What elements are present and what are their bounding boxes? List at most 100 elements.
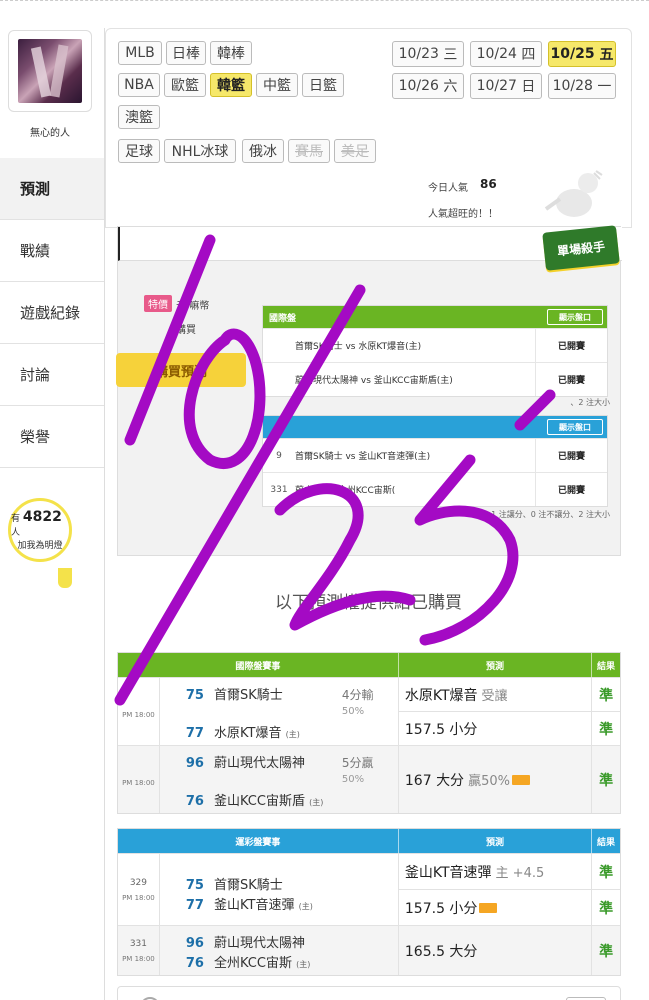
- mini-away: 蔚山現: [295, 486, 323, 496]
- handicap-odds: 4分輸: [341, 688, 374, 702]
- bulb-base-icon: [58, 568, 72, 588]
- match-time: PM 18:00: [122, 778, 155, 787]
- mini-status: 已開賽: [535, 473, 607, 506]
- home-tag: (主): [296, 960, 311, 969]
- prediction-item: 157.5 小分: [399, 712, 591, 745]
- sport-table-header: 運彩盤賽事 預測 結果: [118, 829, 620, 853]
- mini-home: 釜山KT音速彈(主): [358, 452, 431, 462]
- home-name: 水原KT爆音: [213, 726, 282, 741]
- league-kr-basketball[interactable]: 韓籃: [210, 73, 252, 97]
- prediction-item: 157.5 小分: [399, 890, 591, 925]
- bulb-suffix: 人: [11, 528, 21, 538]
- mini-sport-head: 顯示盤口: [263, 416, 607, 438]
- mini-home: 全州KCC宙斯(: [337, 486, 396, 496]
- result-badge: 準: [592, 854, 621, 890]
- date-1027-wd: 日: [521, 79, 536, 95]
- away-name: 首爾SK騎士: [213, 688, 283, 703]
- nav-predict[interactable]: 預測: [0, 158, 104, 220]
- single-killer-badge: 單場殺手: [542, 225, 620, 271]
- col-prediction: 預測: [399, 653, 593, 677]
- mini-teams: 首爾SK騎士 vs 水原KT爆音(主): [295, 342, 422, 352]
- date-1026[interactable]: 10/26 六: [392, 73, 464, 99]
- nav-game-log[interactable]: 遊戲紀錄: [0, 282, 104, 344]
- date-1024[interactable]: 10/24 四: [470, 41, 542, 67]
- avatar[interactable]: [8, 30, 92, 112]
- mini-row: 首爾SK騎士 vs 水原KT爆音(主) 已開賽: [263, 328, 607, 362]
- table-row: PM 18:00 96 蔚山現代太陽神 5分贏 50% 76 釜山KCC宙斯盾 …: [118, 745, 620, 813]
- away-team[interactable]: 96 蔚山現代太陽神: [186, 932, 305, 951]
- away-number: 96: [185, 936, 204, 951]
- prediction-main: 157.5 小分: [404, 721, 478, 738]
- killer-badge-text: 單場殺手: [556, 239, 606, 258]
- league-ru-hockey[interactable]: 俄冰: [242, 139, 284, 163]
- prediction-sub: 主 +4.5: [495, 866, 545, 881]
- result-badge: 準: [592, 678, 621, 712]
- date-1025[interactable]: 10/25 五: [548, 41, 616, 67]
- league-euro-basketball[interactable]: 歐籃: [164, 73, 206, 97]
- nav-honor[interactable]: 榮譽: [0, 406, 104, 468]
- home-name: 釜山KT音速彈: [213, 898, 295, 913]
- sidebar: 無心的人 預測 戰績 遊戲紀錄 討論 榮譽 有 4822 人 加我為明燈: [0, 28, 104, 1000]
- home-team[interactable]: 77 釜山KT音速彈 (主): [186, 894, 313, 913]
- date-1027[interactable]: 10/27 日: [470, 73, 542, 99]
- date-1024-wd: 四: [521, 47, 536, 63]
- price-text: 元/嘛幣: [176, 301, 210, 312]
- prediction-cell: 167 大分 贏50%: [399, 746, 593, 813]
- bulb-count: 4822: [22, 509, 62, 525]
- home-team[interactable]: 77 水原KT爆音 (主): [186, 722, 300, 741]
- top-dashed-line: [0, 0, 649, 4]
- prediction-cell: 165.5 大分: [399, 926, 593, 975]
- mascot-icon: [544, 170, 603, 217]
- prediction-main: 水原KT爆音: [404, 687, 478, 704]
- mini-intl-title: 國際盤: [269, 313, 297, 324]
- league-cn-basketball[interactable]: 中籃: [256, 73, 298, 97]
- date-1028[interactable]: 10/28 一: [548, 73, 616, 99]
- sale-tag: 特價: [144, 295, 172, 312]
- league-nhl[interactable]: NHL冰球: [164, 139, 236, 163]
- bulb-prefix: 有: [11, 514, 21, 524]
- league-soccer[interactable]: 足球: [118, 139, 160, 163]
- buy-prediction-button[interactable]: 購買預測: [116, 353, 246, 387]
- league-nba[interactable]: NBA: [118, 73, 160, 97]
- date-1025-md: 10/25: [550, 46, 595, 62]
- mini-away: 首爾SK騎士: [295, 452, 343, 462]
- nav-discussion[interactable]: 討論: [0, 344, 104, 406]
- username[interactable]: 無心的人: [0, 124, 100, 139]
- intl-table-header: 國際盤賽事 預測 結果: [118, 653, 620, 677]
- league-au-basketball[interactable]: 澳籃: [118, 105, 160, 129]
- mini-away: 蔚山現代太陽神: [295, 376, 359, 386]
- mini-status: 已開賽: [535, 363, 607, 396]
- show-odds-button[interactable]: 顯示盤口: [547, 419, 603, 435]
- away-team[interactable]: 96 蔚山現代太陽神: [186, 752, 305, 771]
- league-mlb[interactable]: MLB: [118, 41, 162, 65]
- match-time: PM 18:00: [122, 954, 155, 963]
- follow-bulb-button[interactable]: 有 4822 人 加我為明燈: [8, 498, 72, 562]
- filter-panel: MLB 日棒 韓棒 NBA 歐籃 韓籃 中籃 日籃 澳籃 足球 NHL冰球 俄冰…: [105, 28, 632, 228]
- show-odds-button[interactable]: 顯示盤口: [547, 309, 603, 325]
- match-teams: 96 蔚山現代太陽神 76 全州KCC宙斯 (主): [160, 926, 399, 975]
- prediction-cell: 釜山KT音速彈主 +4.5 157.5 小分: [398, 854, 593, 925]
- home-tag: (主): [309, 798, 324, 807]
- nav-record[interactable]: 戰績: [0, 220, 104, 282]
- home-team[interactable]: 76 釜山KCC宙斯盾 (主): [186, 790, 324, 809]
- date-1023-md: 10/23: [398, 46, 439, 62]
- mini-away: 首爾SK騎士: [295, 342, 343, 352]
- bulb-subtext: 加我為明燈: [17, 541, 63, 551]
- match-teams: 96 蔚山現代太陽神 5分贏 50% 76 釜山KCC宙斯盾 (主): [160, 746, 399, 813]
- game-id: 329: [129, 877, 148, 888]
- away-team[interactable]: 75 首爾SK騎士: [186, 684, 283, 703]
- date-1023[interactable]: 10/23 三: [392, 41, 464, 67]
- main-panel: MLB 日棒 韓棒 NBA 歐籃 韓籃 中籃 日籃 澳籃 足球 NHL冰球 俄冰…: [104, 28, 632, 1000]
- league-jp-basketball[interactable]: 日籃: [302, 73, 344, 97]
- league-kr-baseball[interactable]: 韓棒: [210, 41, 252, 65]
- home-team[interactable]: 76 全州KCC宙斯 (主): [186, 952, 311, 971]
- away-team[interactable]: 75 首爾SK騎士: [186, 874, 283, 893]
- prediction-main: 釜山KT音速彈: [404, 864, 492, 881]
- mini-num: 9: [276, 450, 282, 461]
- mini-home: 釜山KCC宙斯盾(主): [373, 376, 453, 386]
- league-jp-baseball[interactable]: 日棒: [166, 41, 206, 65]
- league-american-football: 美足: [334, 139, 376, 163]
- sport-results-table: 運彩盤賽事 預測 結果 329 PM 18:00 75 首爾SK騎士 77 釜山K…: [117, 828, 621, 976]
- away-name: 蔚山現代太陽神: [213, 756, 305, 771]
- col-prediction: 預測: [399, 829, 593, 853]
